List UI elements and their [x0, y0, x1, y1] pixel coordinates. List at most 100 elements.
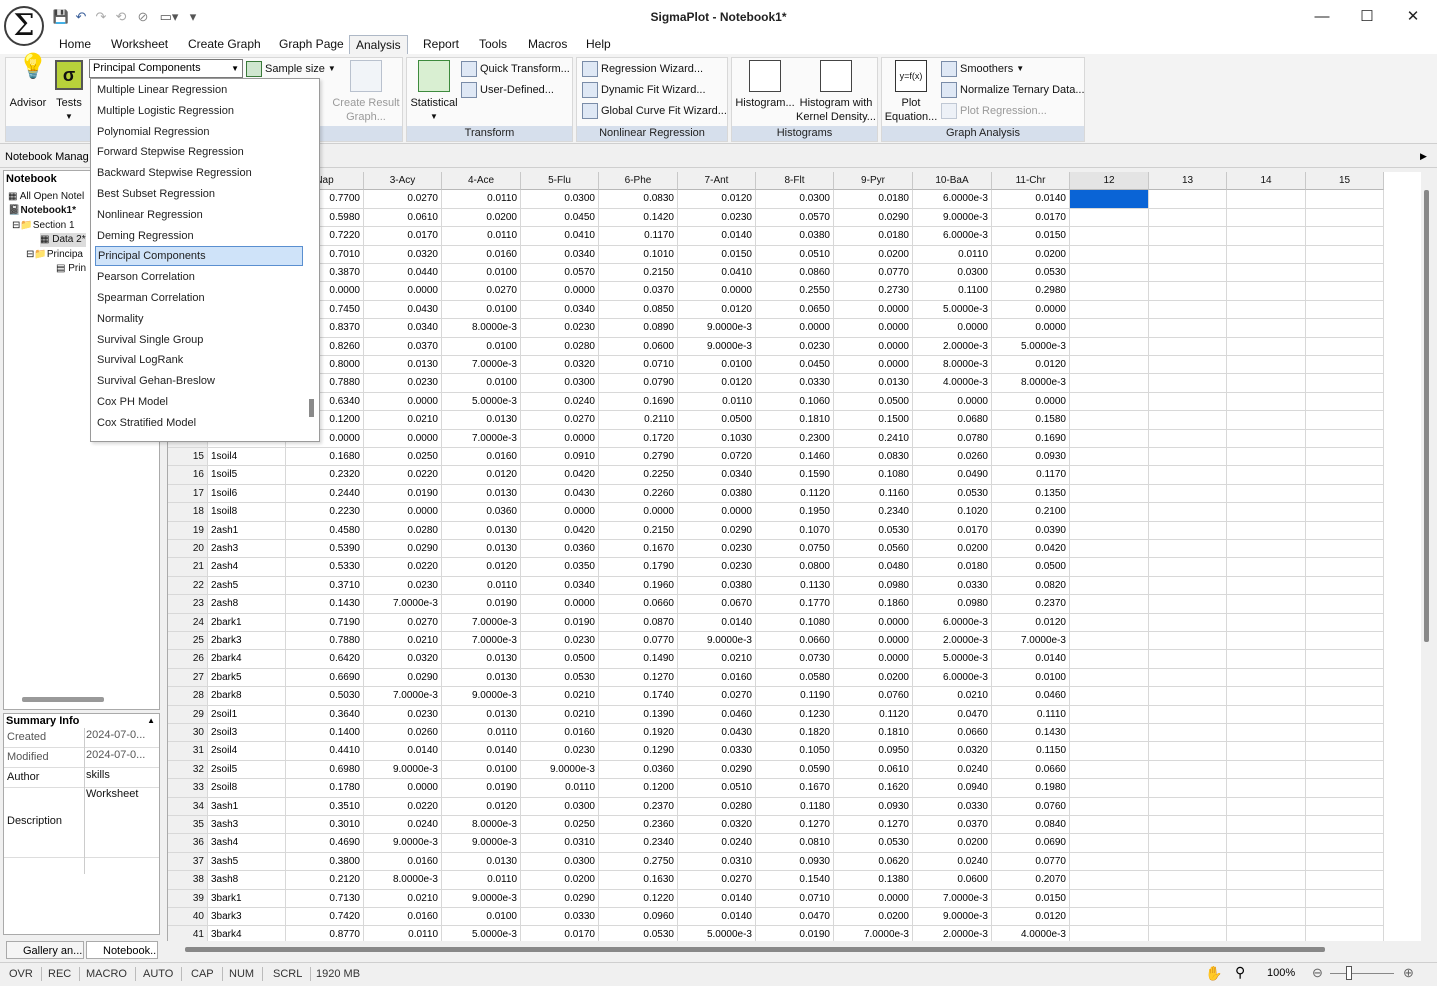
- tab-analysis[interactable]: Analysis: [349, 35, 408, 55]
- data-cell[interactable]: [1227, 503, 1306, 522]
- data-cell[interactable]: [1306, 613, 1384, 632]
- data-cell[interactable]: 6.0000e-3: [913, 613, 992, 632]
- column-header[interactable]: 12: [1070, 172, 1149, 191]
- data-cell[interactable]: 0.0230: [521, 742, 599, 761]
- data-cell[interactable]: [1070, 613, 1149, 632]
- data-cell[interactable]: [1227, 282, 1306, 301]
- data-cell[interactable]: 0.1180: [756, 797, 834, 816]
- data-cell[interactable]: 0.0220: [364, 466, 442, 485]
- data-cell[interactable]: 0.1420: [599, 208, 678, 228]
- data-cell[interactable]: 0.1950: [756, 503, 834, 522]
- row-number[interactable]: 23: [168, 595, 208, 614]
- sample-name-cell[interactable]: 2soil3: [208, 724, 286, 743]
- tab-create-graph[interactable]: Create Graph: [182, 35, 267, 53]
- data-cell[interactable]: 0.0000: [364, 392, 442, 412]
- data-cell[interactable]: 0.1670: [756, 779, 834, 798]
- data-cell[interactable]: 0.0370: [913, 816, 992, 835]
- data-cell[interactable]: 0.1060: [756, 392, 834, 412]
- sample-name-cell[interactable]: 3ash1: [208, 797, 286, 816]
- data-cell[interactable]: 0.7420: [286, 908, 364, 927]
- data-cell[interactable]: [1227, 852, 1306, 872]
- data-cell[interactable]: 0.0330: [678, 742, 756, 761]
- data-cell[interactable]: 0.0100: [442, 337, 521, 356]
- data-cell[interactable]: 0.0000: [521, 282, 599, 301]
- data-cell[interactable]: 0.0660: [992, 760, 1070, 780]
- data-cell[interactable]: 0.0350: [521, 558, 599, 577]
- data-cell[interactable]: 5.0000e-3: [913, 650, 992, 669]
- data-cell[interactable]: 0.1540: [756, 871, 834, 890]
- horizontal-scroll-thumb[interactable]: [185, 947, 1325, 952]
- data-cell[interactable]: 0.0320: [364, 245, 442, 264]
- data-cell[interactable]: [1070, 871, 1149, 890]
- data-cell[interactable]: 0.0380: [678, 484, 756, 504]
- data-cell[interactable]: [1070, 227, 1149, 246]
- dropdown-option[interactable]: Principal Components: [95, 246, 303, 267]
- data-cell[interactable]: 9.0000e-3: [364, 834, 442, 853]
- data-cell[interactable]: 7.0000e-3: [913, 889, 992, 908]
- data-cell[interactable]: [1149, 816, 1227, 835]
- data-cell[interactable]: 0.0470: [913, 705, 992, 724]
- data-cell[interactable]: [1149, 760, 1227, 780]
- data-cell[interactable]: 0.0510: [678, 779, 756, 798]
- user-defined-button[interactable]: User-Defined...: [461, 81, 554, 99]
- tab-gallery[interactable]: Gallery an...: [6, 941, 84, 959]
- row-number[interactable]: 18: [168, 503, 208, 522]
- data-cell[interactable]: 0.0580: [756, 668, 834, 688]
- column-header[interactable]: 13: [1149, 172, 1227, 191]
- data-cell[interactable]: 0.0330: [913, 576, 992, 596]
- data-cell[interactable]: 0.0160: [521, 724, 599, 743]
- data-cell[interactable]: 0.0160: [442, 448, 521, 467]
- data-cell[interactable]: 8.0000e-3: [992, 374, 1070, 393]
- data-cell[interactable]: [1070, 650, 1149, 669]
- data-cell[interactable]: 0.0290: [834, 208, 913, 228]
- data-cell[interactable]: 0.2360: [599, 816, 678, 835]
- row-number[interactable]: 30: [168, 724, 208, 743]
- tree-item-principal[interactable]: ⊟📁Principa: [26, 248, 83, 262]
- data-cell[interactable]: 0.0290: [521, 889, 599, 908]
- data-cell[interactable]: 9.0000e-3: [442, 889, 521, 908]
- column-header[interactable]: 11-Chr: [992, 172, 1070, 191]
- data-cell[interactable]: 0.0500: [521, 650, 599, 669]
- data-cell[interactable]: 0.1270: [599, 668, 678, 688]
- histogram-button[interactable]: Histogram...: [734, 60, 796, 110]
- data-cell[interactable]: 0.0120: [442, 466, 521, 485]
- data-cell[interactable]: 0.0480: [834, 558, 913, 577]
- data-cell[interactable]: 0.6980: [286, 760, 364, 780]
- data-cell[interactable]: 0.1430: [286, 595, 364, 614]
- data-cell[interactable]: [1306, 816, 1384, 835]
- data-cell[interactable]: 0.0620: [834, 852, 913, 872]
- data-cell[interactable]: 0.0300: [521, 797, 599, 816]
- data-cell[interactable]: [1227, 632, 1306, 651]
- data-cell[interactable]: 0.0000: [521, 429, 599, 448]
- data-cell[interactable]: 0.0270: [364, 613, 442, 632]
- data-cell[interactable]: 0.1020: [913, 503, 992, 522]
- data-cell[interactable]: 0.3710: [286, 576, 364, 596]
- data-cell[interactable]: [1306, 908, 1384, 927]
- data-cell[interactable]: 0.0110: [442, 871, 521, 890]
- data-cell[interactable]: [1149, 687, 1227, 706]
- data-cell[interactable]: 0.1110: [992, 705, 1070, 724]
- vertical-scroll-thumb[interactable]: [1424, 190, 1429, 642]
- data-cell[interactable]: 0.0140: [678, 613, 756, 632]
- column-header[interactable]: 3-Acy: [364, 172, 442, 191]
- data-cell[interactable]: [1227, 871, 1306, 890]
- row-number[interactable]: 29: [168, 705, 208, 724]
- data-cell[interactable]: 0.4410: [286, 742, 364, 761]
- data-cell[interactable]: 0.0270: [442, 282, 521, 301]
- data-cell[interactable]: 0.0110: [364, 926, 442, 941]
- data-cell[interactable]: 0.0330: [756, 374, 834, 393]
- data-cell[interactable]: 5.0000e-3: [913, 300, 992, 320]
- data-cell[interactable]: 0.0180: [834, 227, 913, 246]
- data-cell[interactable]: [1227, 356, 1306, 375]
- data-cell[interactable]: [1227, 411, 1306, 430]
- data-cell[interactable]: [1306, 779, 1384, 798]
- data-cell[interactable]: 0.1630: [599, 871, 678, 890]
- data-cell[interactable]: 9.0000e-3: [678, 319, 756, 338]
- sample-name-cell[interactable]: 1soil4: [208, 448, 286, 467]
- data-cell[interactable]: [1149, 264, 1227, 283]
- data-cell[interactable]: 9.0000e-3: [913, 908, 992, 927]
- dropdown-option[interactable]: Best Subset Regression: [95, 184, 303, 204]
- data-cell[interactable]: [1070, 797, 1149, 816]
- data-cell[interactable]: 0.0210: [913, 687, 992, 706]
- sample-name-cell[interactable]: 3ash8: [208, 871, 286, 890]
